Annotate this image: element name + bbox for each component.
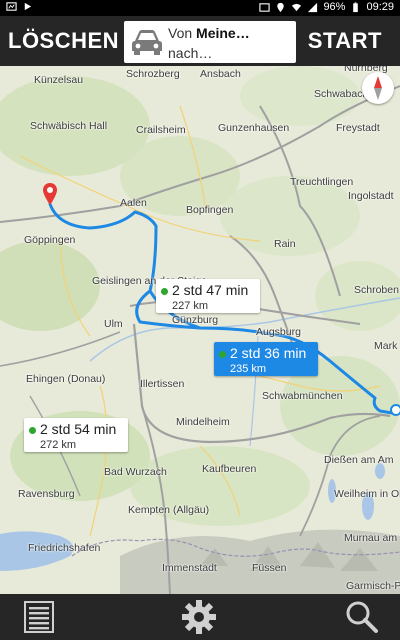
notification-icon bbox=[6, 2, 17, 11]
route-selector[interactable]: Von Meine… nach… bbox=[124, 21, 296, 63]
map-view[interactable]: Künzelsau Schrozberg Ansbach Nürnberg Sc… bbox=[0, 66, 400, 594]
town-label: Bad Wurzach bbox=[104, 466, 167, 478]
town-label: Günzburg bbox=[172, 314, 219, 326]
town-label: Rain bbox=[274, 238, 296, 250]
town-label: Crailsheim bbox=[136, 124, 186, 136]
town-label: Bopfingen bbox=[186, 204, 234, 216]
battery-icon bbox=[353, 1, 359, 12]
gear-icon[interactable] bbox=[180, 598, 218, 636]
start-button[interactable]: START bbox=[308, 16, 382, 66]
town-label: Künzelsau bbox=[34, 74, 84, 86]
signal-icon bbox=[308, 2, 318, 12]
town-label: Ingolstadt bbox=[348, 190, 394, 202]
town-label: Mindelheim bbox=[176, 416, 230, 428]
town-label: Gunzenhausen bbox=[218, 122, 290, 134]
town-label: Dießen am Am bbox=[324, 454, 394, 466]
town-label: Ansbach bbox=[200, 68, 241, 80]
route-distance: 272 km bbox=[40, 439, 77, 451]
route-distance: 235 km bbox=[230, 363, 267, 375]
cast-icon bbox=[259, 2, 271, 12]
town-label: Aalen bbox=[120, 197, 147, 209]
town-label: Immenstadt bbox=[162, 562, 217, 574]
top-toolbar: LÖSCHEN Von Meine… nach… START bbox=[0, 16, 400, 66]
town-label: Weilheim in Ober bbox=[334, 488, 400, 500]
town-label: Garmisch-Pa bbox=[346, 580, 400, 592]
town-label: Kaufbeuren bbox=[202, 463, 257, 475]
wifi-icon bbox=[292, 3, 302, 11]
route-from: Von Meine… bbox=[168, 25, 250, 41]
town-label: Mark bbox=[374, 340, 398, 352]
route-option-3[interactable]: 2 std 54 min 272 km bbox=[24, 418, 128, 452]
town-label: Schwabmünchen bbox=[262, 390, 343, 402]
status-time: 09:29 bbox=[366, 1, 394, 13]
status-bar: 96% 09:29 bbox=[0, 0, 400, 16]
route-color-dot bbox=[219, 351, 226, 358]
bottom-toolbar bbox=[0, 594, 400, 640]
town-label: Treuchtlingen bbox=[290, 176, 354, 188]
town-label: Füssen bbox=[252, 562, 287, 574]
route-time: 2 std 47 min bbox=[172, 282, 249, 298]
town-label: Ulm bbox=[104, 318, 123, 330]
town-label: Murnau am bbox=[344, 532, 398, 544]
town-label: Göppingen bbox=[24, 234, 76, 246]
car-icon bbox=[132, 30, 162, 55]
play-icon bbox=[24, 2, 32, 11]
clear-button[interactable]: LÖSCHEN bbox=[8, 16, 119, 66]
town-label: Ravensburg bbox=[18, 488, 75, 500]
town-label: Kempten (Allgäu) bbox=[128, 504, 210, 516]
list-icon[interactable] bbox=[20, 598, 58, 636]
route-color-dot bbox=[161, 288, 168, 295]
location-pin-icon[interactable] bbox=[42, 182, 58, 206]
town-label: Schrozberg bbox=[126, 68, 180, 80]
search-icon[interactable] bbox=[342, 598, 380, 636]
town-label: Schroben bbox=[354, 284, 399, 296]
route-color-dot bbox=[29, 427, 36, 434]
town-label: Ehingen (Donau) bbox=[26, 373, 106, 385]
town-label: Schwäbisch Hall bbox=[30, 120, 108, 132]
route-option-1[interactable]: 2 std 47 min 227 km bbox=[156, 279, 260, 313]
route-to: nach… bbox=[168, 45, 213, 61]
route-option-2[interactable]: 2 std 36 min 235 km bbox=[214, 342, 318, 376]
destination-marker-icon bbox=[390, 404, 400, 416]
town-label: Friedrichshafen bbox=[28, 542, 101, 554]
route-time: 2 std 54 min bbox=[40, 421, 117, 437]
route-distance: 227 km bbox=[172, 300, 209, 312]
town-label: Illertissen bbox=[140, 378, 185, 390]
battery-percent: 96% bbox=[323, 1, 346, 13]
route-time: 2 std 36 min bbox=[230, 345, 307, 361]
town-label: Schwabach bbox=[314, 88, 369, 100]
compass-icon[interactable] bbox=[362, 72, 394, 104]
town-label: Freystadt bbox=[336, 122, 380, 134]
location-status-icon bbox=[277, 2, 285, 12]
town-label: Augsburg bbox=[256, 326, 301, 338]
